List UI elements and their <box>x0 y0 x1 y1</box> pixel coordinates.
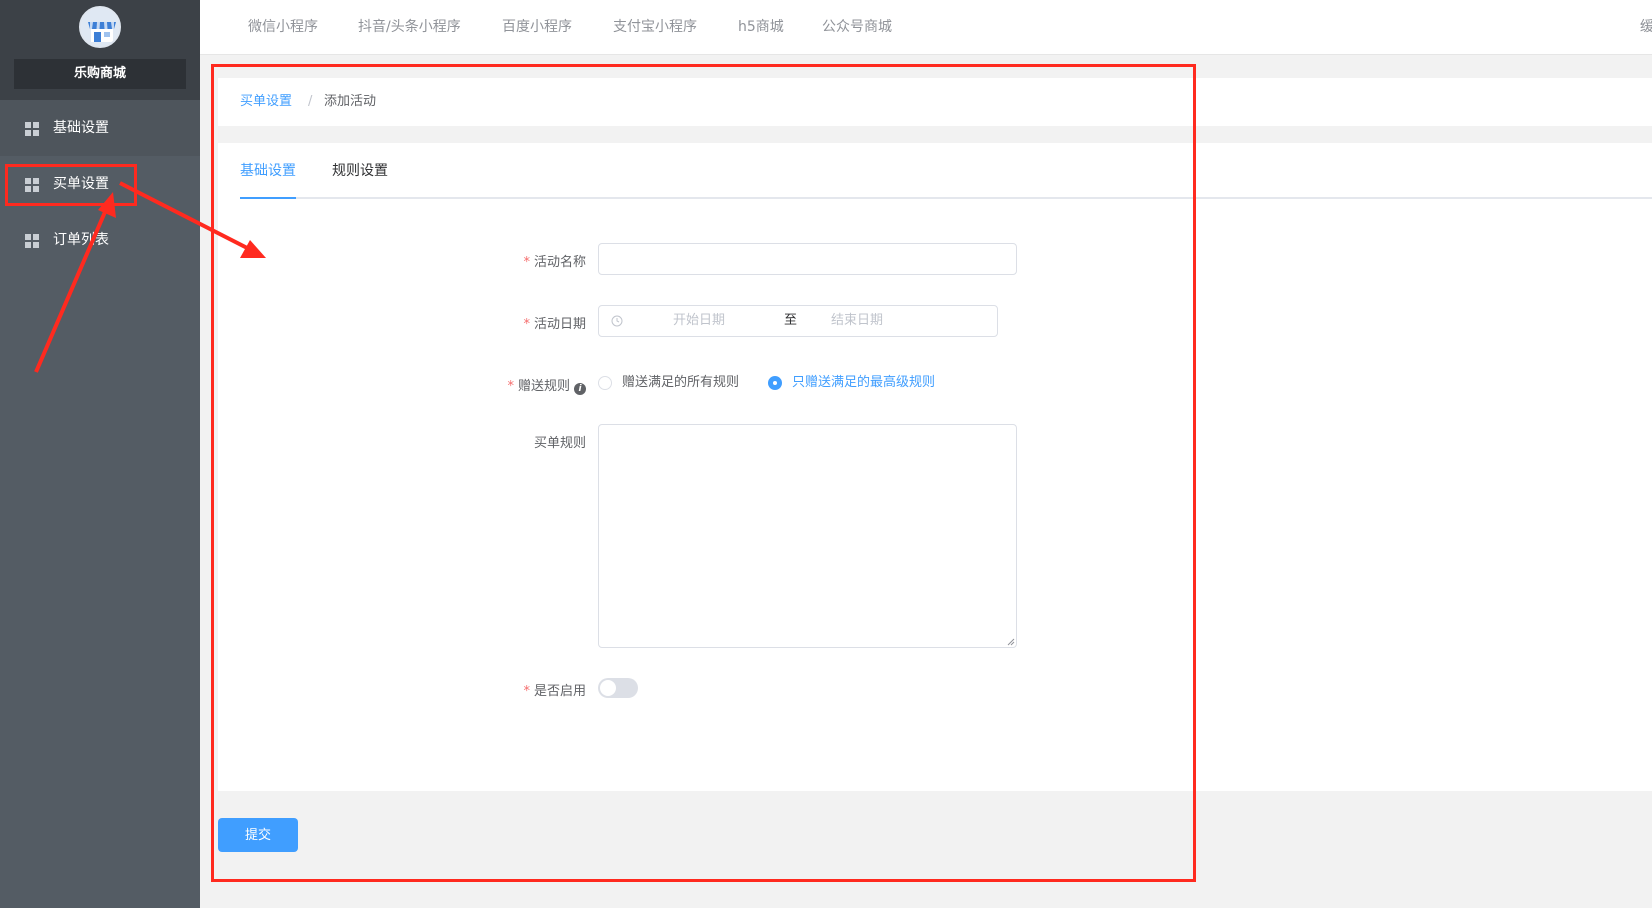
shop-name: 乐购商城 <box>14 59 186 89</box>
radio-label: 赠送满足的所有规则 <box>622 375 740 390</box>
radio-label: 只赠送满足的最高级规则 <box>792 375 936 390</box>
info-icon[interactable]: i <box>574 383 586 395</box>
sidebar-item-label: 基础设置 <box>53 120 109 136</box>
activity-form-card: 基础设置 规则设置 * 活动名称 * 活动日期 开始日期 至 结束日期 * 赠送规则 i… <box>218 143 1652 791</box>
grid-icon <box>25 178 39 192</box>
activity-name-label: * 活动名称 <box>523 255 586 270</box>
grid-icon <box>25 234 39 248</box>
tab-baidu-miniprogram[interactable]: 百度小程序 <box>502 0 572 55</box>
active-tab-indicator <box>240 197 296 199</box>
tab-wechat-miniprogram[interactable]: 微信小程序 <box>248 0 318 55</box>
end-date-input[interactable]: 结束日期 <box>831 306 883 336</box>
required-mark: * <box>523 684 530 699</box>
tab-official-account-mall[interactable]: 公众号商城 <box>822 0 892 55</box>
order-rule-textarea[interactable] <box>598 424 1017 648</box>
radio-circle <box>768 376 782 390</box>
tab-douyin-miniprogram[interactable]: 抖音/头条小程序 <box>358 0 461 55</box>
tab-h5-mall[interactable]: h5商城 <box>738 0 784 55</box>
breadcrumb-parent-link[interactable]: 买单设置 <box>240 78 292 126</box>
sidebar-item-label: 订单列表 <box>53 232 109 248</box>
order-rule-label: 买单规则 <box>533 436 586 451</box>
enabled-switch[interactable] <box>598 678 638 698</box>
clock-icon <box>611 315 623 327</box>
required-mark: * <box>523 255 530 270</box>
activity-date-label: * 活动日期 <box>523 317 586 332</box>
breadcrumb: 买单设置 / 添加活动 <box>218 78 1652 126</box>
tab-alipay-miniprogram[interactable]: 支付宝小程序 <box>613 0 697 55</box>
tab-basic-settings[interactable]: 基础设置 <box>240 143 296 199</box>
activity-name-input[interactable] <box>598 243 1017 275</box>
switch-knob <box>600 680 616 696</box>
sidebar-item-label: 买单设置 <box>53 176 109 192</box>
submit-button[interactable]: 提交 <box>218 818 298 852</box>
sidebar-item-basic-settings[interactable]: 基础设置 <box>0 100 200 156</box>
start-date-input[interactable]: 开始日期 <box>673 306 725 336</box>
sidebar-item-order-list[interactable]: 订单列表 <box>0 212 200 268</box>
activity-date-range-picker[interactable]: 开始日期 至 结束日期 <box>598 305 998 337</box>
breadcrumb-separator: / <box>308 94 313 109</box>
sidebar-item-checkout-settings[interactable]: 买单设置 <box>0 156 200 212</box>
top-platform-bar: 微信小程序 抖音/头条小程序 百度小程序 支付宝小程序 h5商城 公众号商城 缓 <box>200 0 1652 55</box>
logo-area: 乐购商城 <box>0 0 200 100</box>
resize-grip-icon[interactable] <box>1007 638 1015 646</box>
date-range-separator: 至 <box>784 313 798 328</box>
sidebar: 乐购商城 基础设置 买单设置 订单列表 <box>0 0 200 908</box>
required-mark: * <box>507 379 514 394</box>
grid-icon <box>25 122 39 136</box>
tab-rule-settings[interactable]: 规则设置 <box>332 143 388 199</box>
breadcrumb-current: 添加活动 <box>324 94 377 109</box>
required-mark: * <box>523 317 530 332</box>
enabled-label: * 是否启用 <box>523 684 586 699</box>
gift-rule-label: * 赠送规则 i <box>507 375 586 395</box>
form-tabs: 基础设置 规则设置 <box>240 143 1652 199</box>
topbar-cut-text[interactable]: 缓 <box>1640 0 1652 55</box>
shop-logo-icon <box>79 6 121 48</box>
radio-circle <box>598 376 612 390</box>
